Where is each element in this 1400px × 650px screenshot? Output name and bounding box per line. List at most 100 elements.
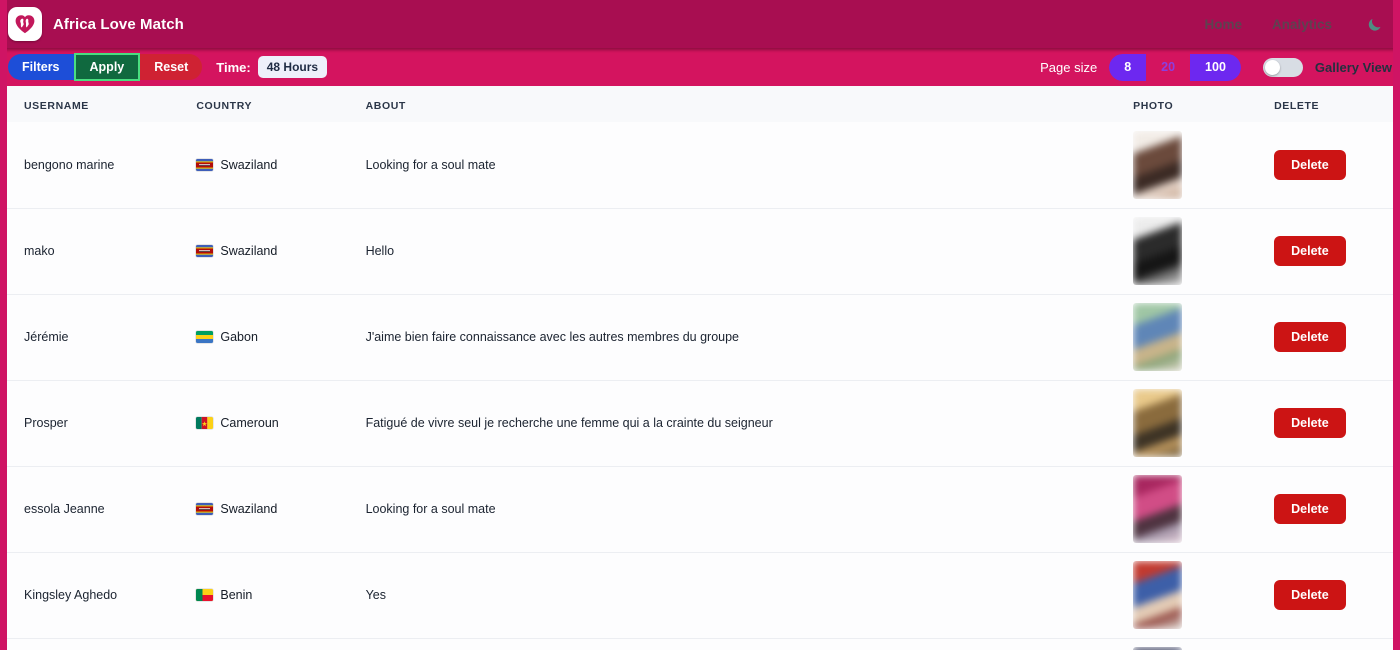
delete-button[interactable]: Delete bbox=[1274, 149, 1346, 180]
delete-button[interactable]: Delete bbox=[1274, 236, 1346, 266]
cell-photo bbox=[1133, 551, 1275, 638]
cell-delete: Delete bbox=[1274, 207, 1393, 294]
table-header: USERNAME COUNTRY ABOUT PHOTO DELETE bbox=[7, 86, 1393, 122]
profile-photo-thumbnail[interactable] bbox=[1133, 475, 1274, 543]
members-table: USERNAME COUNTRY ABOUT PHOTO DELETE beng… bbox=[7, 86, 1393, 650]
brand[interactable]: Africa Love Match bbox=[8, 7, 184, 41]
table-header-row: USERNAME COUNTRY ABOUT PHOTO DELETE bbox=[7, 86, 1393, 122]
page-size-segmented-control: 8 20 100 bbox=[1109, 53, 1241, 81]
cell-delete: Delete bbox=[1274, 465, 1393, 552]
cell-username bbox=[7, 637, 197, 650]
profile-photo-thumbnail[interactable] bbox=[1133, 303, 1274, 371]
filter-toolbar: Filters Apply Reset Time: 48 Hours Page … bbox=[0, 48, 1400, 86]
cell-country: Gabon bbox=[196, 293, 366, 380]
cell-about: Looking for a soul mate bbox=[365, 465, 1134, 552]
flag-icon-swaziland bbox=[196, 503, 214, 515]
column-header-photo: PHOTO bbox=[1133, 86, 1275, 122]
top-navigation: Home Analytics bbox=[1204, 14, 1384, 34]
delete-button[interactable]: Delete bbox=[1274, 494, 1346, 524]
cell-country: Swaziland bbox=[196, 465, 366, 552]
cell-about: Fatigué de vivre seul je recherche une f… bbox=[365, 379, 1134, 466]
page-size-label: Page size bbox=[1040, 59, 1098, 75]
cell-photo bbox=[1133, 465, 1275, 552]
toggle-knob bbox=[1264, 59, 1280, 75]
cell-country: Swaziland bbox=[196, 122, 366, 208]
gallery-view-label: Gallery View bbox=[1314, 59, 1392, 75]
cell-about bbox=[365, 637, 1134, 650]
gallery-view-toggle[interactable] bbox=[1262, 57, 1303, 77]
table-row bbox=[7, 637, 1393, 650]
cell-photo bbox=[1133, 207, 1275, 294]
heart-africa-logo-icon bbox=[8, 7, 42, 41]
country-name: Gabon bbox=[220, 330, 258, 344]
column-header-about: ABOUT bbox=[365, 86, 1134, 122]
nav-home[interactable]: Home bbox=[1204, 17, 1242, 32]
toolbar-left-group: Filters Apply Reset Time: 48 Hours bbox=[8, 53, 328, 81]
cell-username: Jérémie bbox=[7, 293, 197, 380]
column-header-username: USERNAME bbox=[7, 86, 197, 122]
cell-delete: Delete bbox=[1274, 379, 1393, 466]
column-header-delete: DELETE bbox=[1274, 86, 1393, 122]
page-size-option-20[interactable]: 20 bbox=[1146, 54, 1190, 81]
cell-about: Hello bbox=[365, 207, 1134, 294]
profile-photo-thumbnail[interactable] bbox=[1133, 561, 1274, 629]
flag-icon-gabon bbox=[196, 331, 214, 343]
moon-icon[interactable] bbox=[1364, 14, 1384, 34]
top-header-bar: Africa Love Match Home Analytics bbox=[0, 0, 1400, 48]
cell-photo bbox=[1133, 122, 1275, 208]
cell-about: Looking for a soul mate bbox=[365, 122, 1134, 208]
filters-button[interactable]: Filters bbox=[8, 54, 74, 80]
cell-photo bbox=[1133, 379, 1275, 466]
cell-username: Prosper bbox=[7, 379, 197, 466]
nav-analytics[interactable]: Analytics bbox=[1272, 17, 1332, 32]
table-row: Jérémie Gabon J'aime bien faire connaissan… bbox=[7, 293, 1393, 380]
flag-icon-cameroun bbox=[196, 417, 214, 429]
cell-country bbox=[196, 637, 366, 650]
country-name: Swaziland bbox=[220, 244, 278, 258]
cell-delete: Delete bbox=[1274, 551, 1393, 638]
cell-delete bbox=[1274, 637, 1393, 650]
table-row: mako Swaziland Hello Delete bbox=[7, 207, 1393, 294]
flag-icon-swaziland bbox=[196, 245, 214, 257]
reset-button[interactable]: Reset bbox=[140, 54, 203, 80]
flag-icon-benin bbox=[196, 589, 214, 601]
time-label: Time: bbox=[216, 59, 251, 75]
cell-username: mako bbox=[7, 207, 197, 294]
toolbar-right-group: Page size 8 20 100 Gallery View bbox=[1040, 53, 1392, 81]
cell-about: J'aime bien faire connaissance avec les … bbox=[365, 293, 1134, 380]
cell-photo bbox=[1133, 637, 1275, 650]
column-header-country: COUNTRY bbox=[196, 86, 366, 122]
delete-button[interactable]: Delete bbox=[1274, 322, 1346, 352]
profile-photo-thumbnail[interactable] bbox=[1133, 130, 1274, 199]
members-table-container: USERNAME COUNTRY ABOUT PHOTO DELETE beng… bbox=[7, 86, 1393, 650]
country-name: Benin bbox=[220, 588, 253, 602]
table-row: Kingsley Aghedo Benin Yes Delete bbox=[7, 551, 1393, 638]
cell-country: Benin bbox=[196, 551, 366, 638]
profile-photo-thumbnail[interactable] bbox=[1133, 217, 1274, 285]
profile-photo-thumbnail[interactable] bbox=[1133, 389, 1274, 457]
cell-username: Kingsley Aghedo bbox=[7, 551, 197, 638]
table-row: Prosper Cameroun Fatigué de vivre seul je … bbox=[7, 379, 1393, 466]
app-root: Africa Love Match Home Analytics Filters… bbox=[0, 0, 1400, 650]
flag-icon-swaziland bbox=[196, 158, 214, 171]
cell-delete: Delete bbox=[1274, 122, 1393, 208]
country-name: Swaziland bbox=[220, 502, 278, 516]
cell-username: essola Jeanne bbox=[7, 465, 197, 552]
brand-title: Africa Love Match bbox=[53, 15, 184, 33]
apply-button[interactable]: Apply bbox=[73, 53, 141, 81]
cell-about: Yes bbox=[365, 551, 1134, 638]
cell-delete: Delete bbox=[1274, 293, 1393, 380]
table-row: essola Jeanne Swaziland Looking for a soul… bbox=[7, 465, 1393, 552]
left-accent-stripe bbox=[0, 0, 7, 650]
page-size-option-100[interactable]: 100 bbox=[1190, 53, 1241, 81]
table-row: bengono marine Swaziland Looking for a sou… bbox=[7, 122, 1393, 208]
country-name: Swaziland bbox=[220, 157, 278, 172]
delete-button[interactable]: Delete bbox=[1274, 408, 1346, 438]
delete-button[interactable]: Delete bbox=[1274, 580, 1346, 610]
page-size-option-8[interactable]: 8 bbox=[1109, 53, 1147, 81]
cell-photo bbox=[1133, 293, 1275, 380]
time-range-badge[interactable]: 48 Hours bbox=[257, 56, 328, 78]
cell-country: Swaziland bbox=[196, 207, 366, 294]
country-name: Cameroun bbox=[220, 416, 279, 430]
right-accent-stripe bbox=[1393, 0, 1400, 650]
